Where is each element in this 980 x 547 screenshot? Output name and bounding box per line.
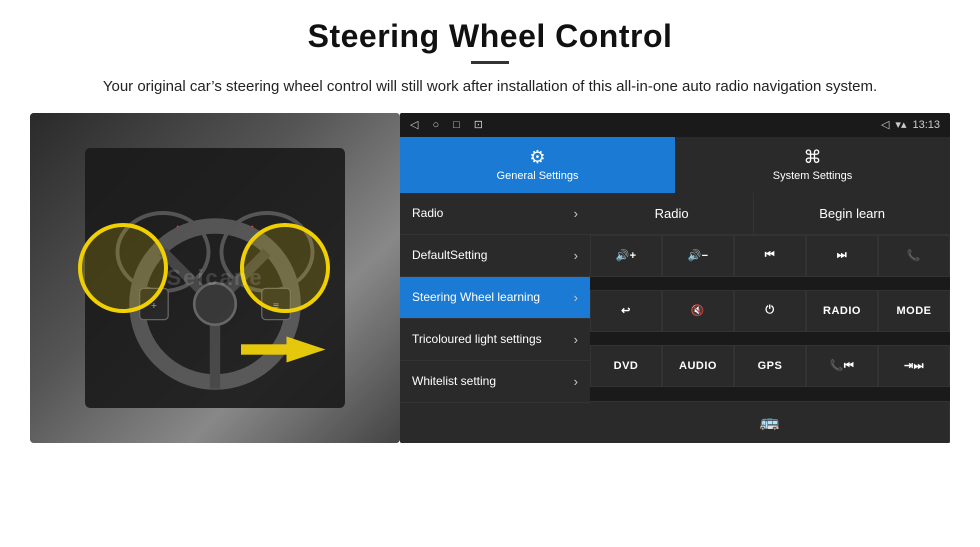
bottom-row: 🚌 bbox=[590, 401, 950, 443]
chevron-icon: › bbox=[574, 248, 578, 263]
top-tabs: ⚙ General Settings ⌘ System Settings bbox=[400, 137, 950, 193]
page-container: Steering Wheel Control Your original car… bbox=[0, 0, 980, 453]
volume-down-button[interactable]: 🔊− bbox=[662, 235, 734, 277]
car-image: + ≡ Seicane bbox=[30, 113, 400, 443]
chevron-icon: › bbox=[574, 374, 578, 389]
chevron-icon: › bbox=[574, 206, 578, 221]
status-bar-right: ◁ ▾▴ 13:13 bbox=[881, 118, 940, 131]
page-title: Steering Wheel Control bbox=[30, 18, 950, 55]
title-divider bbox=[471, 61, 509, 64]
menu-item-default-setting[interactable]: DefaultSetting › bbox=[400, 235, 590, 277]
mute-button[interactable]: 🔇 bbox=[662, 290, 734, 332]
mode-button[interactable]: MODE bbox=[878, 290, 950, 332]
prev-track-button[interactable]: ⏮ bbox=[734, 235, 806, 277]
home-nav-icon[interactable]: ○ bbox=[432, 119, 439, 131]
begin-learn-button[interactable]: Begin learn bbox=[754, 193, 950, 234]
bus-icon: 🚌 bbox=[760, 412, 780, 432]
power-button[interactable]: ⏻ bbox=[734, 290, 806, 332]
tab-general[interactable]: ⚙ General Settings bbox=[400, 137, 675, 193]
chevron-icon: › bbox=[574, 332, 578, 347]
seek-fwd-button[interactable]: ⇥⏭ bbox=[878, 345, 950, 387]
android-panel: ◁ ○ □ ⊡ ◁ ▾▴ 13:13 ⚙ General Settings bbox=[400, 113, 950, 443]
clock: 13:13 bbox=[912, 119, 940, 131]
location-icon: ◁ bbox=[881, 118, 889, 131]
page-subtitle: Your original car’s steering wheel contr… bbox=[30, 76, 950, 99]
audio-button[interactable]: AUDIO bbox=[662, 345, 734, 387]
car-image-inner: + ≡ Seicane bbox=[30, 113, 400, 443]
menu-item-radio[interactable]: Radio › bbox=[400, 193, 590, 235]
radio-begin-row: Radio Begin learn bbox=[590, 193, 950, 235]
recents-nav-icon[interactable]: □ bbox=[453, 119, 460, 131]
back-nav-icon[interactable]: ◁ bbox=[410, 118, 418, 131]
phone-button[interactable]: 📞 bbox=[878, 235, 950, 277]
control-grid: 🔊+ 🔊− ⏮ ⏭ 📞 bbox=[590, 235, 950, 401]
status-bar-left: ◁ ○ □ ⊡ bbox=[410, 118, 483, 131]
system-settings-label: System Settings bbox=[773, 170, 852, 182]
bus-icon-button[interactable]: 🚌 bbox=[590, 402, 950, 443]
radio-button[interactable]: Radio bbox=[590, 193, 754, 234]
phone-prev-button[interactable]: 📞⏮ bbox=[806, 345, 878, 387]
wifi-icon: ▾▴ bbox=[895, 118, 906, 131]
chevron-icon: › bbox=[574, 290, 578, 305]
annotation-circle-right bbox=[240, 223, 330, 313]
general-settings-label: General Settings bbox=[497, 170, 579, 182]
gps-button[interactable]: GPS bbox=[734, 345, 806, 387]
annotation-circle-left bbox=[78, 223, 168, 313]
volume-up-button[interactable]: 🔊+ bbox=[590, 235, 662, 277]
menu-control-row: Radio › DefaultSetting › Steering Wheel … bbox=[400, 193, 950, 443]
menu-item-tricoloured[interactable]: Tricoloured light settings › bbox=[400, 319, 590, 361]
left-menu: Radio › DefaultSetting › Steering Wheel … bbox=[400, 193, 590, 443]
right-panel: Radio Begin learn 🔊+ 🔊− bbox=[590, 193, 950, 443]
menu-item-whitelist[interactable]: Whitelist setting › bbox=[400, 361, 590, 403]
next-track-button[interactable]: ⏭ bbox=[806, 235, 878, 277]
status-bar: ◁ ○ □ ⊡ ◁ ▾▴ 13:13 bbox=[400, 113, 950, 137]
radio-label-button[interactable]: RADIO bbox=[806, 290, 878, 332]
general-settings-icon: ⚙ bbox=[529, 147, 545, 168]
tab-system[interactable]: ⌘ System Settings bbox=[675, 137, 950, 193]
menu-item-steering-wheel[interactable]: Steering Wheel learning › bbox=[400, 277, 590, 319]
cast-icon: ⊡ bbox=[474, 118, 483, 131]
system-settings-icon: ⌘ bbox=[804, 147, 822, 168]
dvd-button[interactable]: DVD bbox=[590, 345, 662, 387]
content-row: + ≡ Seicane ◁ ○ □ ⊡ bbox=[30, 113, 950, 443]
return-button[interactable]: ↩ bbox=[590, 290, 662, 332]
